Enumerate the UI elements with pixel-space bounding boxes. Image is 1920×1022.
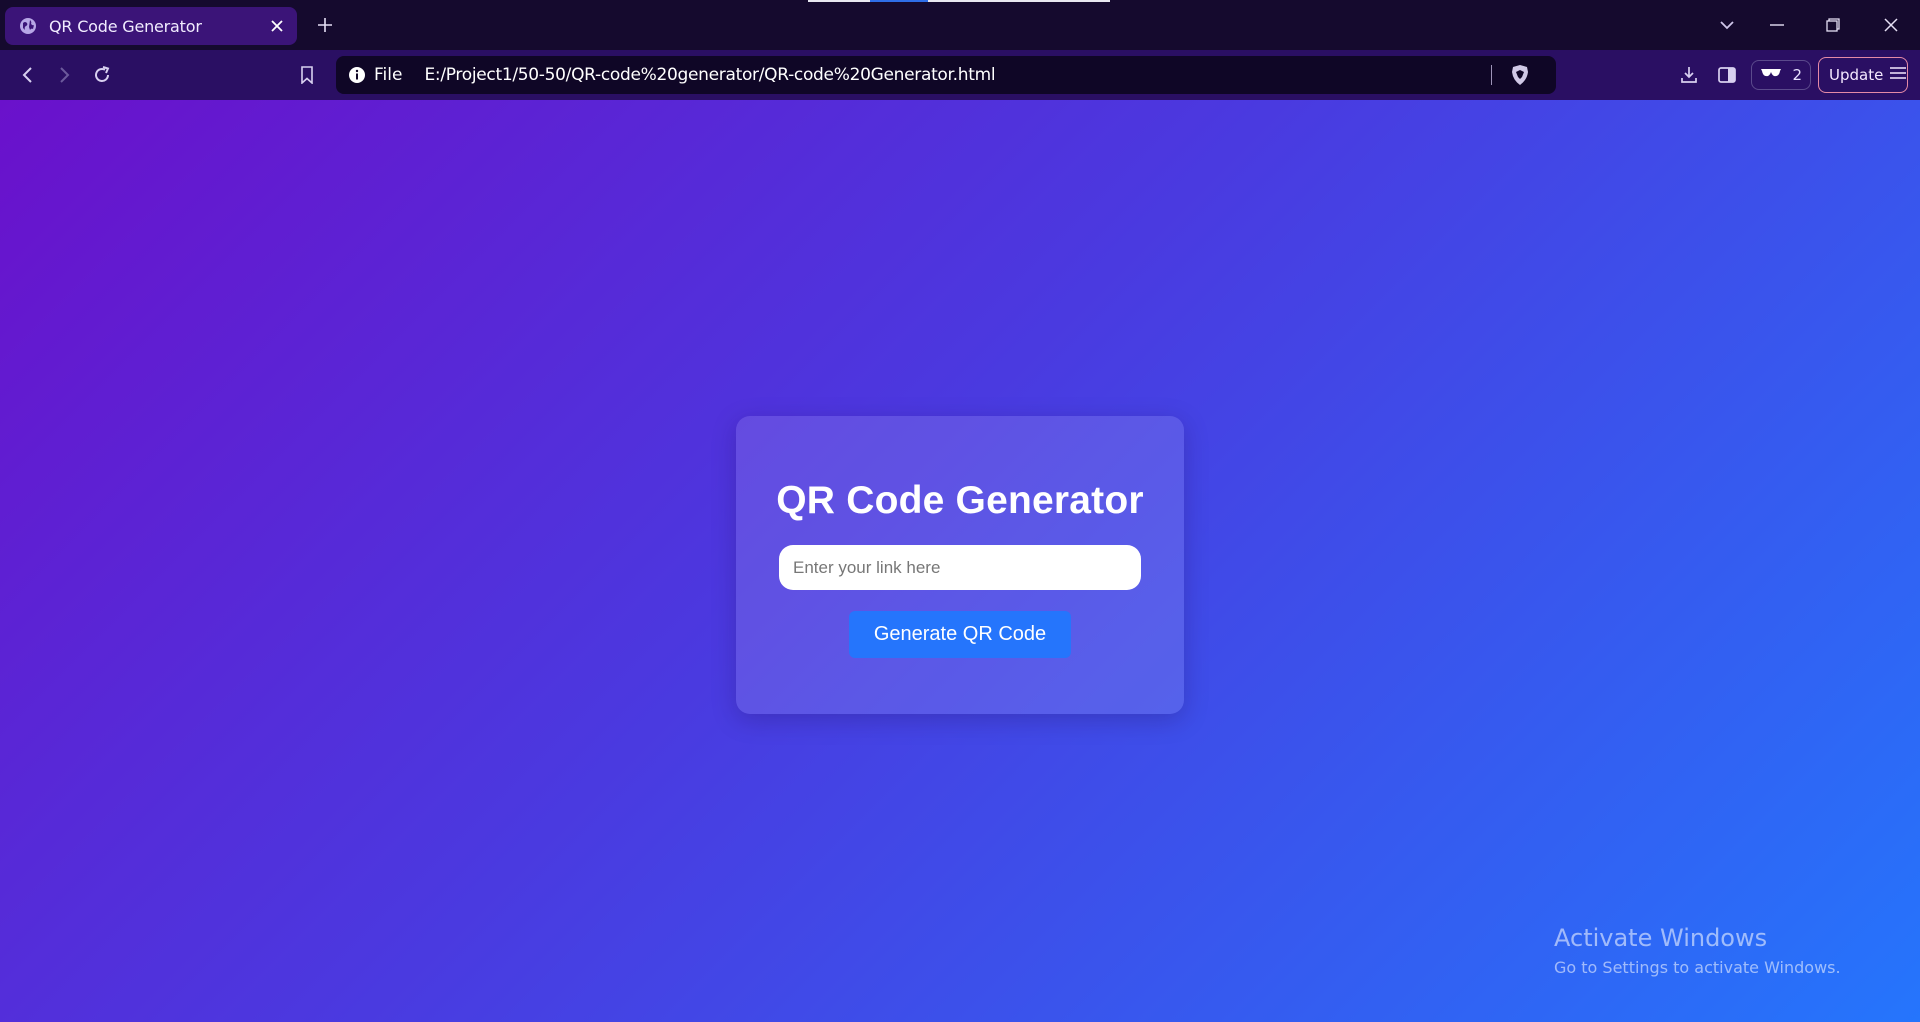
hamburger-icon <box>1889 66 1907 85</box>
forward-icon[interactable] <box>52 62 78 88</box>
restore-icon[interactable] <box>1820 12 1846 38</box>
minimize-icon[interactable] <box>1764 12 1790 38</box>
vpn-button[interactable]: 2 <box>1751 60 1811 90</box>
top-accent-bar <box>808 0 1110 2</box>
sidebar-icon[interactable] <box>1714 62 1740 88</box>
watermark-title: Activate Windows <box>1554 924 1768 952</box>
link-input[interactable] <box>779 545 1141 590</box>
info-icon[interactable] <box>348 66 366 84</box>
vpn-count: 2 <box>1792 66 1802 84</box>
tab-qr-code-generator[interactable]: QR Code Generator <box>5 7 297 45</box>
page-title: QR Code Generator <box>776 479 1144 522</box>
chevron-down-icon[interactable] <box>1714 12 1740 38</box>
plus-icon[interactable] <box>314 14 336 36</box>
page-viewport: QR Code Generator Generate QR Code Activ… <box>0 100 1920 1022</box>
address-divider <box>1491 65 1492 85</box>
watermark-subtitle: Go to Settings to activate Windows. <box>1554 958 1841 977</box>
bookmark-icon[interactable] <box>294 62 320 88</box>
url-text[interactable]: E:/Project1/50-50/QR-code%20generator/QR… <box>424 65 1491 85</box>
globe-icon <box>19 17 37 35</box>
reload-icon[interactable] <box>89 62 115 88</box>
generate-qr-button[interactable]: Generate QR Code <box>849 611 1071 658</box>
brave-shield-icon[interactable] <box>1510 64 1530 86</box>
download-icon[interactable] <box>1676 62 1702 88</box>
title-bar: QR Code Generator <box>0 0 1920 50</box>
vpn-glasses-icon <box>1760 66 1782 84</box>
close-window-icon[interactable] <box>1878 12 1904 38</box>
scheme-label: File <box>374 65 403 85</box>
qr-generator-card: QR Code Generator Generate QR Code <box>736 416 1184 714</box>
update-button[interactable]: Update <box>1818 57 1908 93</box>
close-icon[interactable] <box>269 18 285 34</box>
update-label: Update <box>1829 66 1884 84</box>
back-icon[interactable] <box>14 62 40 88</box>
windows-activation-watermark: Activate Windows Go to Settings to activ… <box>1554 924 1841 977</box>
tab-title: QR Code Generator <box>49 16 202 36</box>
address-bar[interactable]: File E:/Project1/50-50/QR-code%20generat… <box>336 56 1556 94</box>
